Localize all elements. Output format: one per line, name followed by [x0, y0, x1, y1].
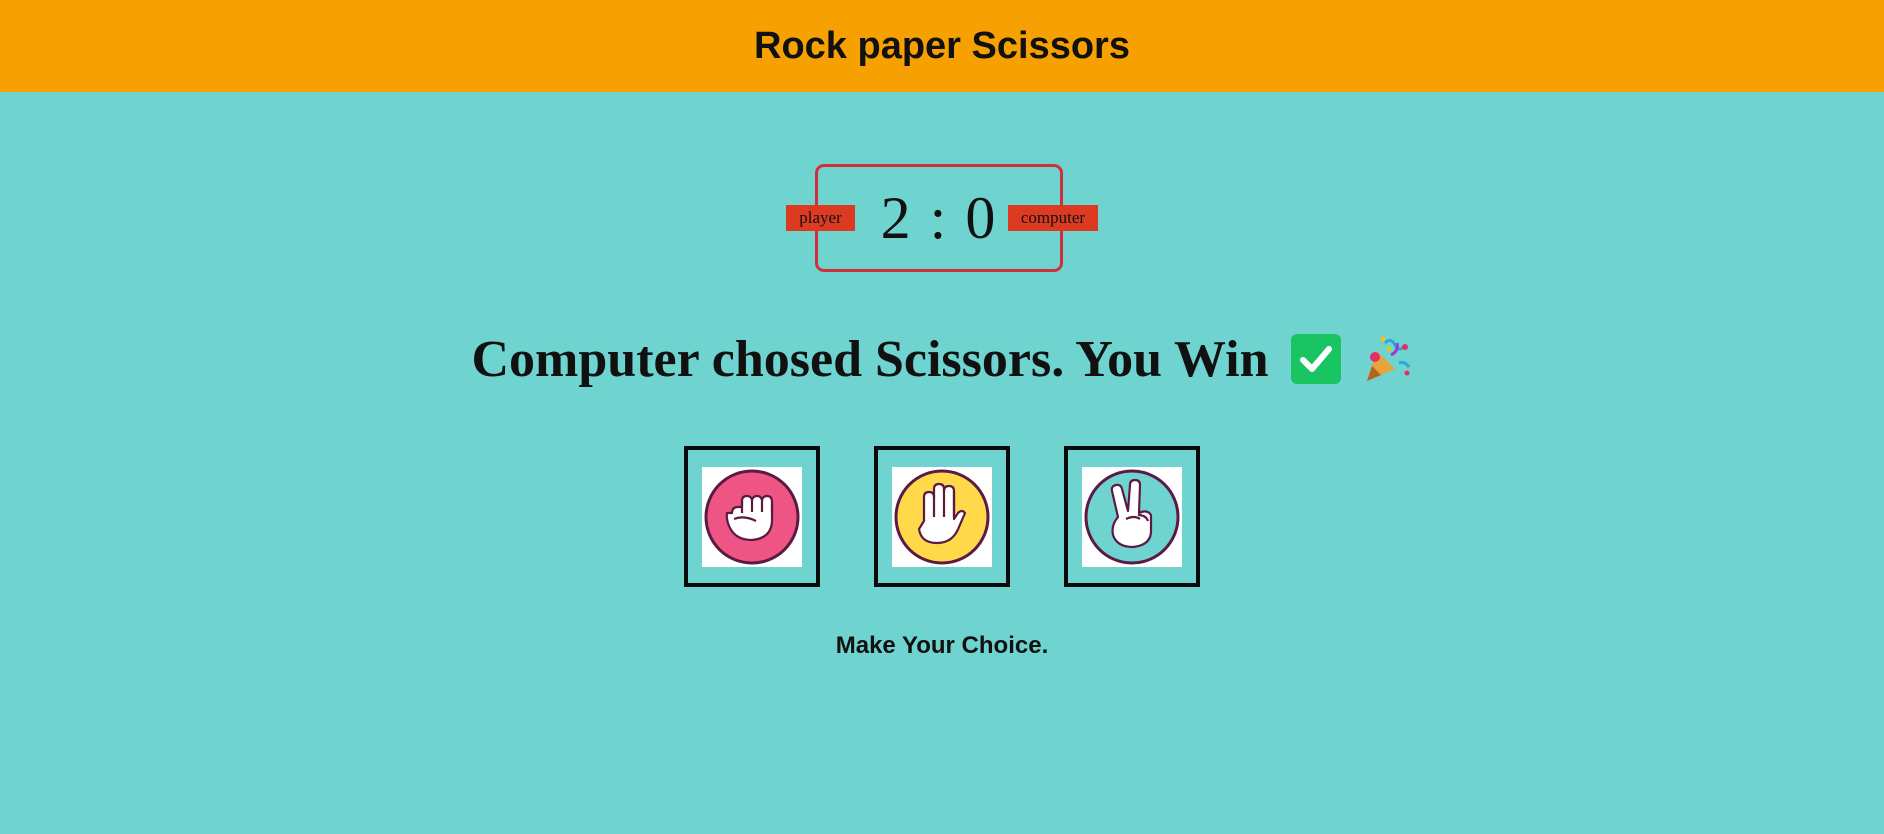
paper-hand-icon — [894, 469, 990, 564]
check-mark-icon — [1290, 334, 1341, 384]
choice-buttons — [0, 446, 1884, 587]
paper-button[interactable] — [874, 446, 1010, 587]
rock-fist-icon — [704, 469, 800, 564]
app-header: Rock paper Scissors — [0, 0, 1884, 92]
rock-image — [702, 466, 802, 567]
page-title: Rock paper Scissors — [754, 24, 1130, 67]
paper-image — [892, 466, 992, 567]
result-message: Computer chosed Scissors. You Win — [0, 326, 1884, 392]
make-choice-prompt: Make Your Choice. — [835, 632, 1049, 659]
party-popper-icon — [1361, 333, 1413, 385]
player-badge: player — [786, 205, 855, 231]
score-display: 2 : 0 — [880, 184, 998, 251]
scissors-button[interactable] — [1064, 446, 1200, 587]
rock-button[interactable] — [684, 446, 820, 587]
scissors-hand-icon — [1084, 469, 1180, 564]
result-text: Computer chosed Scissors. You Win — [471, 330, 1269, 388]
scissors-image — [1082, 466, 1182, 567]
computer-badge: computer — [1008, 205, 1098, 231]
